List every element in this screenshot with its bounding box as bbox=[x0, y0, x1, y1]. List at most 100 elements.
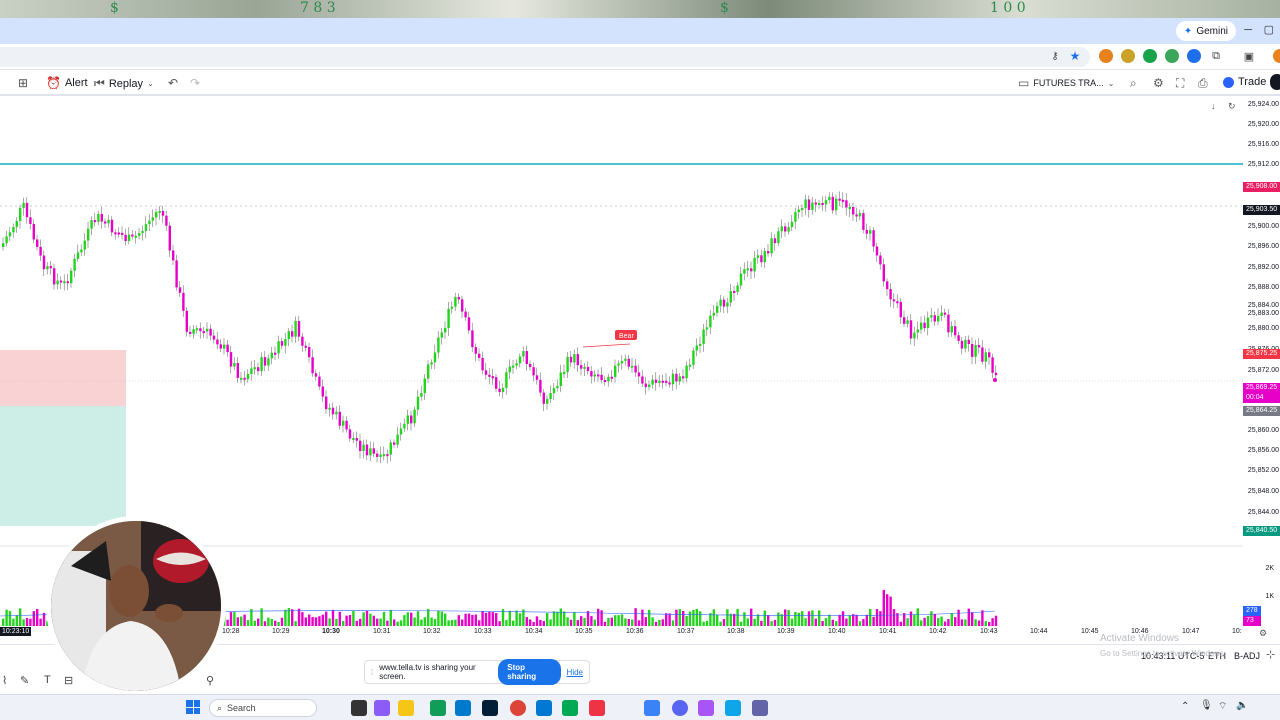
magnet-icon[interactable]: ⚲ bbox=[206, 674, 214, 687]
file-explorer-icon[interactable] bbox=[398, 700, 414, 716]
app-icon[interactable] bbox=[430, 700, 446, 716]
candle bbox=[722, 299, 726, 307]
text-tool-icon[interactable]: T bbox=[44, 674, 51, 686]
sidepanel-icon[interactable]: ▣ bbox=[1242, 49, 1256, 63]
candle bbox=[899, 302, 902, 318]
app-icon[interactable] bbox=[698, 700, 714, 716]
task-view-icon[interactable] bbox=[351, 700, 367, 716]
microphone-icon[interactable]: 🎙 bbox=[1200, 700, 1213, 711]
candle bbox=[5, 236, 8, 244]
volume-bar bbox=[767, 615, 770, 626]
profile-avatar[interactable] bbox=[1273, 49, 1280, 63]
photoshop-icon[interactable] bbox=[482, 700, 498, 716]
trade-button[interactable]: Trade bbox=[1223, 76, 1266, 88]
chevron-down-icon: ⌄ bbox=[1107, 78, 1115, 88]
fullscreen-icon[interactable]: ⛶ bbox=[1176, 76, 1184, 91]
volume-bar bbox=[301, 612, 304, 626]
adjustment-toggle[interactable]: B-ADJ bbox=[1234, 651, 1260, 661]
time-tick-label: 10:30 bbox=[322, 628, 340, 635]
account-avatar[interactable] bbox=[1270, 74, 1280, 90]
wifi-icon[interactable]: ⌔ bbox=[1218, 700, 1227, 713]
app-icon[interactable] bbox=[644, 700, 660, 716]
taskbar-search-box[interactable]: ⌕ Search bbox=[209, 699, 317, 717]
candle bbox=[563, 372, 566, 375]
candle bbox=[267, 358, 270, 366]
volume-bar bbox=[437, 610, 440, 626]
candle bbox=[512, 365, 515, 368]
time-tick-label: 10:32 bbox=[423, 628, 441, 635]
volume-bar bbox=[695, 608, 698, 626]
volume-bar bbox=[328, 618, 331, 626]
price-tick-label: 25,883.00 bbox=[1247, 310, 1279, 317]
volume-bar bbox=[321, 614, 324, 626]
candle bbox=[712, 312, 715, 316]
search-symbol-icon[interactable]: ⌕ bbox=[1130, 76, 1137, 91]
volume-bar bbox=[427, 609, 430, 626]
layout-grid-icon[interactable]: ⊞ bbox=[18, 76, 28, 90]
redo-icon[interactable]: ↷ bbox=[190, 76, 200, 90]
volume-tick-label: 1K bbox=[1265, 593, 1274, 600]
replay-label: Replay bbox=[108, 77, 144, 90]
candle bbox=[886, 281, 889, 290]
app-icon[interactable] bbox=[562, 700, 578, 716]
candle bbox=[110, 219, 114, 233]
vscode-icon[interactable] bbox=[455, 700, 471, 716]
settings-gear-icon[interactable]: ⚙ bbox=[1153, 76, 1164, 90]
arrow-down-icon[interactable]: ↓ bbox=[1211, 101, 1216, 111]
volume-bar bbox=[597, 608, 600, 626]
extension-icon[interactable] bbox=[1121, 49, 1135, 63]
gemini-button[interactable]: ✦ Gemini bbox=[1175, 21, 1236, 41]
bear-signal-label: Bear bbox=[619, 333, 634, 340]
measure-icon[interactable]: ⊟ bbox=[64, 674, 73, 687]
price-axis[interactable]: 25,924.00 25,920.00 25,916.00 25,912.00 25,9… bbox=[1243, 97, 1280, 642]
candle bbox=[811, 202, 814, 210]
volume-bar bbox=[22, 619, 25, 626]
crosshair-plus-icon[interactable]: ⊹ bbox=[1266, 648, 1275, 661]
candle bbox=[396, 434, 399, 445]
chrome-icon[interactable] bbox=[510, 700, 526, 716]
alert-button[interactable]: ⏰ Alert bbox=[46, 76, 88, 90]
discord-icon[interactable] bbox=[672, 700, 688, 716]
volume-icon[interactable]: 🔈 bbox=[1236, 700, 1248, 711]
refresh-icon[interactable]: ↻ bbox=[1228, 101, 1236, 112]
candle bbox=[824, 200, 828, 205]
candle bbox=[155, 211, 158, 218]
maximize-icon[interactable]: ▢ bbox=[1264, 23, 1274, 36]
bookmark-star-icon[interactable]: ★ bbox=[1068, 49, 1082, 63]
undo-icon[interactable]: ↶ bbox=[168, 76, 178, 90]
drag-handle-icon[interactable]: ⁞ bbox=[371, 668, 373, 677]
layout-select[interactable]: ▭ FUTURES TRA... ⌄ bbox=[1018, 76, 1114, 90]
candle bbox=[692, 350, 695, 365]
candle bbox=[294, 320, 297, 337]
volume-bar bbox=[369, 613, 372, 626]
metamask-extension-icon[interactable] bbox=[1099, 49, 1113, 63]
candle bbox=[610, 376, 613, 379]
volume-bar bbox=[960, 619, 964, 626]
tray-chevron-up-icon[interactable]: ⌃ bbox=[1181, 701, 1189, 712]
axis-settings-gear-icon[interactable]: ⚙ bbox=[1259, 628, 1267, 639]
extensions-puzzle-icon[interactable]: ⧉ bbox=[1209, 49, 1223, 63]
extension-icon[interactable] bbox=[1187, 49, 1201, 63]
app-icon[interactable] bbox=[589, 700, 605, 716]
minimize-icon[interactable]: ─ bbox=[1244, 24, 1252, 36]
volume-bar bbox=[733, 613, 736, 626]
windows-start-icon[interactable] bbox=[186, 700, 200, 714]
stop-sharing-button[interactable]: Stop sharing bbox=[498, 659, 561, 685]
address-bar[interactable] bbox=[0, 47, 1090, 67]
grammarly-extension-icon[interactable] bbox=[1143, 49, 1157, 63]
windows-taskbar: ⌕ Search ⌃ 🎙 ⌔ 🔈 bbox=[0, 694, 1280, 720]
replay-button[interactable]: ⏮ Replay ⌄ bbox=[94, 76, 154, 91]
candle bbox=[175, 260, 178, 288]
pen-icon[interactable]: ✎ bbox=[20, 674, 29, 687]
app-icon[interactable] bbox=[725, 700, 741, 716]
teams-icon[interactable] bbox=[752, 700, 768, 716]
copilot-icon[interactable] bbox=[374, 700, 390, 716]
extension-icon[interactable] bbox=[1165, 49, 1179, 63]
key-icon[interactable]: ⚷ bbox=[1048, 49, 1062, 63]
outlook-icon[interactable] bbox=[536, 700, 552, 716]
hide-link[interactable]: Hide bbox=[567, 668, 583, 677]
camera-snapshot-icon[interactable]: ⎙ bbox=[1198, 76, 1208, 91]
candle bbox=[627, 358, 630, 367]
candle bbox=[926, 317, 930, 329]
brush-icon[interactable]: ⌇ bbox=[2, 674, 7, 687]
